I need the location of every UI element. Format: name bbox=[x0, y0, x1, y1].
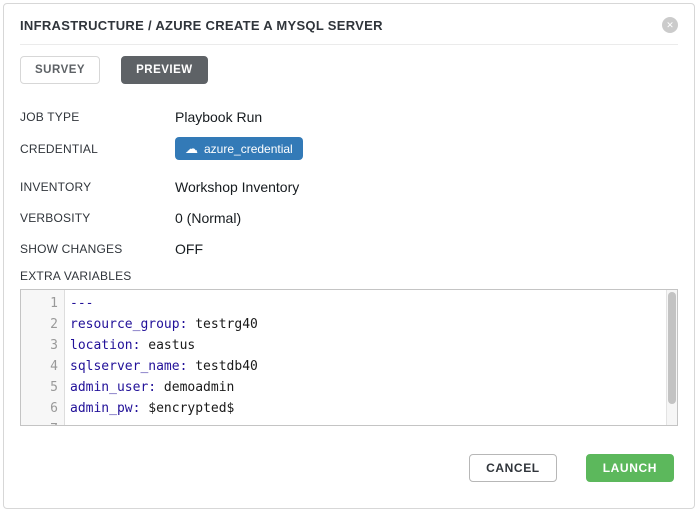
tab-survey[interactable]: SURVEY bbox=[20, 56, 100, 84]
code-line: 2 resource_group: testrg40 bbox=[21, 314, 677, 335]
tab-bar: SURVEY PREVIEW bbox=[20, 56, 678, 84]
line-number: 6 bbox=[21, 398, 65, 419]
code-line: 6 admin_pw: $encrypted$ bbox=[21, 398, 677, 419]
yaml-key: admin_pw: bbox=[70, 401, 140, 416]
code-line: 4 sqlserver_name: testdb40 bbox=[21, 356, 677, 377]
code-line: 5 admin_user: demoadmin bbox=[21, 377, 677, 398]
detail-row-inventory: INVENTORY Workshop Inventory bbox=[20, 176, 678, 197]
detail-row-verbosity: VERBOSITY 0 (Normal) bbox=[20, 207, 678, 228]
inventory-label: INVENTORY bbox=[20, 180, 175, 194]
code-line: 1 --- bbox=[21, 293, 677, 314]
extra-variables-editor[interactable]: 1 --- 2 resource_group: testrg40 3 locat… bbox=[20, 289, 678, 426]
yaml-key: admin_user: bbox=[70, 380, 156, 395]
code-line: 7 bbox=[21, 419, 677, 426]
extra-variables-section: EXTRA VARIABLES 1 --- 2 resource_group: … bbox=[20, 269, 678, 426]
credential-name: azure_credential bbox=[204, 142, 293, 156]
cloud-icon: ☁ bbox=[185, 142, 198, 155]
close-icon: ✕ bbox=[666, 20, 674, 31]
editor-scrollbar[interactable] bbox=[666, 290, 677, 425]
modal-footer: CANCEL LAUNCH bbox=[469, 454, 674, 482]
show-changes-label: SHOW CHANGES bbox=[20, 242, 175, 256]
yaml-key: --- bbox=[70, 296, 93, 311]
credential-label: CREDENTIAL bbox=[20, 142, 175, 156]
verbosity-label: VERBOSITY bbox=[20, 211, 175, 225]
modal-title: INFRASTRUCTURE / AZURE CREATE A MYSQL SE… bbox=[20, 18, 383, 33]
credential-badge[interactable]: ☁ azure_credential bbox=[175, 137, 303, 160]
yaml-key: location: bbox=[70, 338, 140, 353]
job-details: JOB TYPE Playbook Run CREDENTIAL ☁ azure… bbox=[20, 106, 678, 259]
yaml-key: sqlserver_name: bbox=[70, 359, 187, 374]
job-type-label: JOB TYPE bbox=[20, 110, 175, 124]
code-line: 3 location: eastus bbox=[21, 335, 677, 356]
launch-button[interactable]: LAUNCH bbox=[586, 454, 674, 482]
detail-row-credential: CREDENTIAL ☁ azure_credential bbox=[20, 137, 678, 160]
line-number: 7 bbox=[21, 419, 65, 426]
job-type-value: Playbook Run bbox=[175, 109, 262, 125]
close-button[interactable]: ✕ bbox=[662, 17, 678, 33]
yaml-value: testrg40 bbox=[187, 317, 257, 332]
detail-row-show-changes: SHOW CHANGES OFF bbox=[20, 238, 678, 259]
job-launch-preview-modal: INFRASTRUCTURE / AZURE CREATE A MYSQL SE… bbox=[3, 3, 695, 509]
yaml-value: eastus bbox=[140, 338, 195, 353]
scrollbar-thumb[interactable] bbox=[668, 292, 676, 404]
show-changes-value: OFF bbox=[175, 241, 203, 257]
tab-preview[interactable]: PREVIEW bbox=[121, 56, 208, 84]
line-number: 1 bbox=[21, 293, 65, 314]
yaml-value: $encrypted$ bbox=[140, 401, 234, 416]
yaml-value: demoadmin bbox=[156, 380, 234, 395]
yaml-value: testdb40 bbox=[187, 359, 257, 374]
verbosity-value: 0 (Normal) bbox=[175, 210, 241, 226]
yaml-key: resource_group: bbox=[70, 317, 187, 332]
line-number: 2 bbox=[21, 314, 65, 335]
modal-header: INFRASTRUCTURE / AZURE CREATE A MYSQL SE… bbox=[20, 4, 678, 45]
detail-row-job-type: JOB TYPE Playbook Run bbox=[20, 106, 678, 127]
line-number: 3 bbox=[21, 335, 65, 356]
line-number: 5 bbox=[21, 377, 65, 398]
cancel-button[interactable]: CANCEL bbox=[469, 454, 557, 482]
extra-variables-label: EXTRA VARIABLES bbox=[20, 269, 678, 283]
line-number: 4 bbox=[21, 356, 65, 377]
inventory-value: Workshop Inventory bbox=[175, 179, 299, 195]
